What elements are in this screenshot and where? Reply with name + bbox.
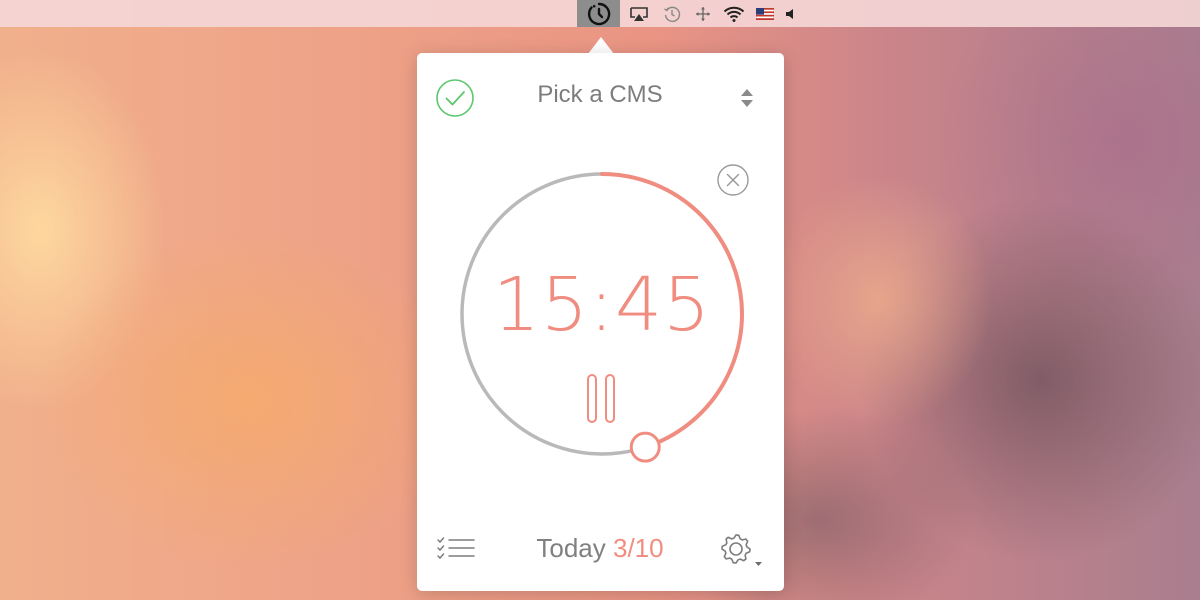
popover-arrow	[588, 37, 614, 54]
task-switcher-arrows-icon[interactable]	[738, 86, 756, 110]
pomodoro-count: 3/10	[613, 533, 664, 563]
dropdown-caret-icon	[755, 562, 762, 566]
pause-button[interactable]	[584, 373, 620, 425]
today-label: Today	[536, 533, 606, 563]
volume-icon	[786, 8, 793, 19]
time-machine-icon	[664, 6, 681, 22]
move-button[interactable]	[693, 0, 713, 27]
timer-progress-knob	[629, 431, 661, 463]
timer-menu-button[interactable]	[577, 0, 620, 27]
checklist-icon	[437, 537, 475, 560]
input-source-button[interactable]	[754, 0, 776, 27]
menu-bar	[0, 0, 1200, 27]
time-machine-button[interactable]	[661, 0, 683, 27]
move-arrows-icon	[696, 6, 710, 21]
task-list-button[interactable]	[436, 536, 476, 562]
airplay-icon	[630, 6, 648, 21]
task-title[interactable]: Pick a CMS	[0, 81, 1200, 109]
volume-button[interactable]	[782, 0, 798, 27]
wifi-button[interactable]	[722, 0, 746, 27]
today-counter: Today 3/10	[500, 533, 700, 564]
gear-icon	[721, 534, 751, 564]
us-flag-icon	[756, 7, 774, 20]
airplay-button[interactable]	[627, 0, 651, 27]
timer-icon	[587, 2, 610, 25]
timer-display: 15:45	[492, 262, 712, 348]
wifi-icon	[723, 6, 745, 22]
settings-menu-button[interactable]	[719, 532, 767, 570]
